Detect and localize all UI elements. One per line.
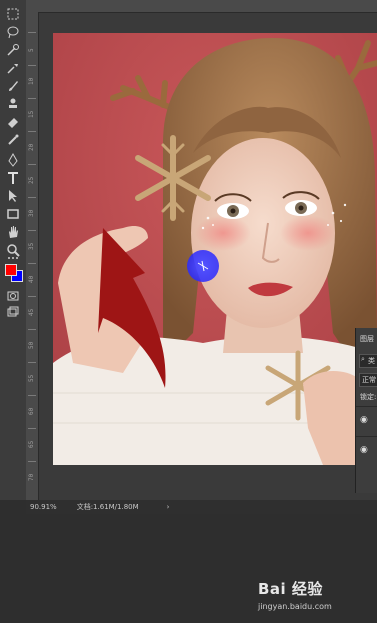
document-canvas[interactable] (53, 33, 377, 465)
stamp-icon[interactable] (5, 96, 21, 112)
ruler-number: 50 (28, 341, 35, 349)
ruler-tick (28, 197, 36, 198)
ruler-tick (28, 461, 36, 462)
baidu-jingyan-watermark: Bai 经验 jingyan.baidu.com (258, 578, 358, 614)
ruler-tick (28, 329, 36, 330)
brush-icon[interactable] (5, 78, 21, 94)
lock-label: 锁定: (360, 393, 377, 401)
ruler-number: 70 (28, 473, 35, 481)
screen-mode-icon[interactable] (5, 304, 21, 320)
ruler-number: 60 (28, 407, 35, 415)
foreground-color-swatch[interactable] (5, 264, 17, 276)
layer-filter-field[interactable]: ⌕ 类 (359, 354, 377, 368)
layers-panel-title[interactable]: 图层 (360, 334, 374, 344)
ruler-number: 45 (28, 308, 35, 316)
ruler-number: 30 (28, 209, 35, 217)
eyedropper-icon[interactable] (5, 60, 21, 76)
ruler-number: 10 (28, 77, 35, 85)
quick-mask-icon[interactable] (5, 288, 21, 304)
ruler-tick (28, 230, 36, 231)
layer-row[interactable]: ◉ (356, 436, 377, 465)
ruler-number: 20 (28, 143, 35, 151)
ruler-number: 40 (28, 275, 35, 283)
gradient-icon[interactable] (5, 132, 21, 148)
ruler-tick (28, 296, 36, 297)
ruler-tick (28, 362, 36, 363)
tools-panel (0, 0, 27, 500)
ruler-number: 15 (28, 110, 35, 118)
blend-mode-value: 正常 (362, 376, 376, 384)
portrait-photo (53, 33, 377, 465)
ruler-number: 35 (28, 242, 35, 250)
ruler-tick (28, 32, 36, 33)
eye-icon[interactable]: ◉ (360, 415, 368, 425)
blend-mode-select[interactable]: 正常 (359, 373, 377, 387)
watermark-url: jingyan.baidu.com (258, 602, 332, 611)
more-icon[interactable] (5, 254, 21, 262)
ruler-tick (28, 98, 36, 99)
type-icon[interactable] (5, 170, 21, 186)
ruler-tick (28, 395, 36, 396)
pen-icon[interactable] (5, 152, 21, 168)
marquee-icon[interactable] (5, 6, 21, 22)
horizontal-ruler (26, 0, 377, 13)
quick-select-icon[interactable] (5, 42, 21, 58)
layer-filter-label: 类 (368, 357, 375, 365)
vertical-ruler: 5 10 15 20 25 30 35 40 45 50 55 60 65 70 (26, 12, 39, 500)
lasso-icon[interactable] (5, 24, 21, 40)
watermark-brand: Bai 经验 (258, 580, 323, 598)
status-arrow-icon[interactable]: › (167, 503, 170, 511)
status-bar: 90.91% 文档:1.61M/1.80M › (26, 500, 377, 514)
search-icon: ⌕ (361, 355, 365, 363)
eraser-icon[interactable] (5, 114, 21, 130)
layers-panel: 图层 ⌕ 类 正常 锁定: ◉ ◉ (355, 328, 377, 493)
ruler-number: 5 (28, 48, 35, 52)
path-select-icon[interactable] (5, 188, 21, 204)
zoom-level[interactable]: 90.91% (30, 503, 57, 511)
rectangle-icon[interactable] (5, 206, 21, 222)
ruler-tick (28, 131, 36, 132)
ruler-tick (28, 428, 36, 429)
ruler-number: 25 (28, 176, 35, 184)
document-size: 文档:1.61M/1.80M (76, 503, 139, 511)
ruler-tick (28, 65, 36, 66)
ruler-number: 55 (28, 374, 35, 382)
layer-row[interactable]: ◉ (356, 406, 377, 435)
ruler-tick (28, 164, 36, 165)
eye-icon[interactable]: ◉ (360, 445, 368, 455)
ruler-number: 65 (28, 440, 35, 448)
hand-icon[interactable] (5, 224, 21, 240)
ruler-tick (28, 263, 36, 264)
